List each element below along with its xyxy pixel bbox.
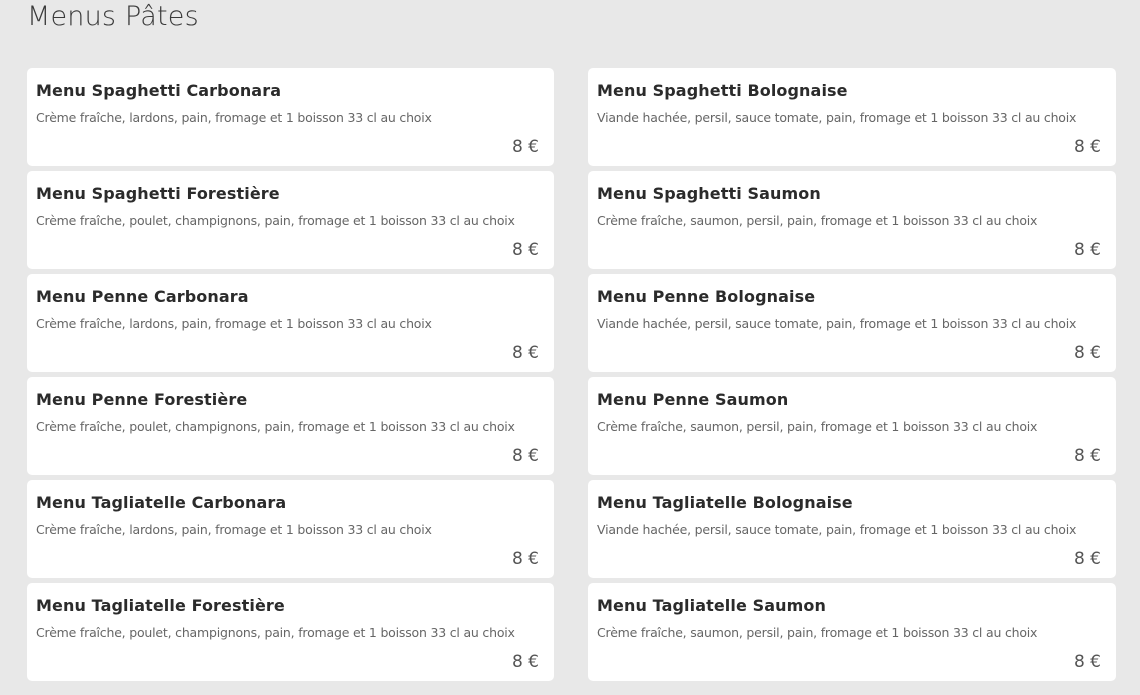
menu-card-price: 8 € [1073,652,1101,672]
menu-card-description: Crème fraîche, lardons, pain, fromage et… [36,316,432,331]
menu-card-spaghetti-forestiere[interactable]: Menu Spaghetti Forestière Crème fraîche,… [27,171,554,269]
menu-card-title: Menu Penne Forestière [36,390,248,409]
menu-card-spaghetti-saumon[interactable]: Menu Spaghetti Saumon Crème fraîche, sau… [588,171,1116,269]
menu-card-price: 8 € [511,549,539,569]
menu-card-price: 8 € [1073,137,1101,157]
menu-card-description: Crème fraîche, poulet, champignons, pain… [36,419,515,434]
menu-card-title: Menu Tagliatelle Saumon [597,596,826,615]
menu-card-title: Menu Spaghetti Bolognaise [597,81,848,100]
menu-card-title: Menu Tagliatelle Bolognaise [597,493,853,512]
menu-card-description: Crème fraîche, poulet, champignons, pain… [36,625,515,640]
menu-card-spaghetti-carbonara[interactable]: Menu Spaghetti Carbonara Crème fraîche, … [27,68,554,166]
menu-card-penne-bolognaise[interactable]: Menu Penne Bolognaise Viande hachée, per… [588,274,1116,372]
menu-card-description: Crème fraîche, saumon, persil, pain, fro… [597,213,1038,228]
menu-card-description: Crème fraîche, lardons, pain, fromage et… [36,522,432,537]
menu-card-description: Viande hachée, persil, sauce tomate, pai… [597,110,1077,125]
menu-card-price: 8 € [511,446,539,466]
menu-card-description: Crème fraîche, saumon, persil, pain, fro… [597,625,1038,640]
menu-card-spaghetti-bolognaise[interactable]: Menu Spaghetti Bolognaise Viande hachée,… [588,68,1116,166]
menu-card-title: Menu Spaghetti Forestière [36,184,280,203]
menu-card-title: Menu Tagliatelle Forestière [36,596,285,615]
menu-card-price: 8 € [511,137,539,157]
menu-card-tagliatelle-carbonara[interactable]: Menu Tagliatelle Carbonara Crème fraîche… [27,480,554,578]
menu-card-penne-carbonara[interactable]: Menu Penne Carbonara Crème fraîche, lard… [27,274,554,372]
menu-card-price: 8 € [1073,343,1101,363]
menu-card-title: Menu Penne Saumon [597,390,789,409]
menu-card-penne-saumon[interactable]: Menu Penne Saumon Crème fraîche, saumon,… [588,377,1116,475]
menu-card-price: 8 € [511,652,539,672]
menu-card-title: Menu Spaghetti Carbonara [36,81,282,100]
menu-card-penne-forestiere[interactable]: Menu Penne Forestière Crème fraîche, pou… [27,377,554,475]
page-title: Menus Pâtes [27,1,199,32]
menu-card-price: 8 € [1073,446,1101,466]
menu-card-tagliatelle-bolognaise[interactable]: Menu Tagliatelle Bolognaise Viande haché… [588,480,1116,578]
menu-card-description: Viande hachée, persil, sauce tomate, pai… [597,316,1077,331]
menu-card-price: 8 € [1073,549,1101,569]
menu-card-price: 8 € [511,343,539,363]
menu-grid: Menu Spaghetti Carbonara Crème fraîche, … [27,68,1116,681]
menu-card-price: 8 € [511,240,539,260]
menu-card-description: Crème fraîche, lardons, pain, fromage et… [36,110,432,125]
menu-card-title: Menu Penne Carbonara [36,287,249,306]
menu-card-price: 8 € [1073,240,1101,260]
menu-card-title: Menu Spaghetti Saumon [597,184,821,203]
menu-card-title: Menu Penne Bolognaise [597,287,816,306]
menu-card-tagliatelle-saumon[interactable]: Menu Tagliatelle Saumon Crème fraîche, s… [588,583,1116,681]
menu-card-tagliatelle-forestiere[interactable]: Menu Tagliatelle Forestière Crème fraîch… [27,583,554,681]
menu-card-description: Viande hachée, persil, sauce tomate, pai… [597,522,1077,537]
menu-card-description: Crème fraîche, poulet, champignons, pain… [36,213,515,228]
menu-card-title: Menu Tagliatelle Carbonara [36,493,287,512]
menu-card-description: Crème fraîche, saumon, persil, pain, fro… [597,419,1038,434]
